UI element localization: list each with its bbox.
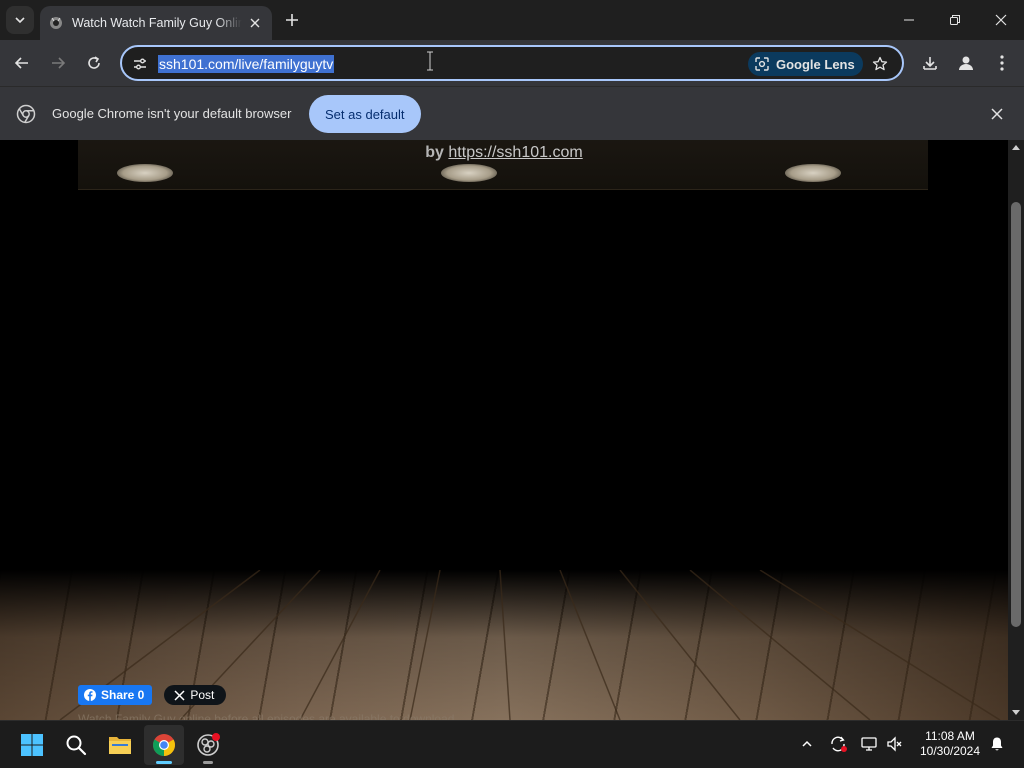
infobar-close-icon[interactable] (988, 105, 1006, 123)
active-app-indicator (156, 761, 172, 764)
facebook-share-label: Share 0 (101, 688, 145, 702)
facebook-share-button[interactable]: Share 0 (78, 685, 153, 705)
obs-taskbar-button[interactable] (188, 725, 228, 765)
chrome-taskbar-button[interactable] (144, 725, 184, 765)
menu-button[interactable] (988, 49, 1016, 77)
scroll-down-icon[interactable] (1012, 708, 1020, 716)
bookmark-star-button[interactable] (868, 52, 892, 76)
text-cursor-icon (427, 51, 433, 71)
arrow-left-icon (14, 57, 28, 69)
facebook-icon (84, 689, 96, 701)
google-lens-button[interactable]: Google Lens (748, 52, 863, 76)
spotlight-icon (117, 164, 173, 182)
folder-icon (109, 737, 131, 754)
chevron-up-icon (802, 740, 812, 747)
close-window-button[interactable] (978, 0, 1024, 40)
tab-strip: Watch Watch Family Guy Online (0, 0, 1024, 40)
site-favicon-icon (48, 15, 64, 31)
notifications-button[interactable] (986, 733, 1008, 755)
arrow-right-icon (52, 57, 66, 69)
url-text[interactable]: ssh101.com/live/familyguytv (158, 55, 335, 73)
star-icon (872, 56, 888, 71)
running-app-indicator (203, 761, 213, 764)
site-info-icon[interactable] (130, 54, 150, 74)
download-icon (923, 57, 937, 70)
network-icon (861, 737, 877, 751)
restore-icon (950, 15, 960, 25)
profile-icon (959, 56, 973, 70)
spotlight-icon (441, 164, 497, 182)
x-post-label: Post (190, 688, 215, 702)
system-clock[interactable]: 11:08 AM 10/30/2024 (916, 729, 984, 759)
x-logo-icon (174, 689, 185, 701)
search-icon (66, 735, 87, 756)
scroll-up-icon[interactable] (1012, 144, 1020, 152)
tab-title: Watch Watch Family Guy Online (72, 16, 242, 30)
start-button[interactable] (12, 725, 52, 765)
file-explorer-button[interactable] (100, 725, 140, 765)
back-button[interactable] (8, 49, 36, 77)
chrome-logo-icon (16, 104, 36, 124)
sync-tray-button[interactable] (827, 733, 849, 755)
volume-muted-icon (887, 736, 902, 752)
sync-icon (831, 736, 847, 752)
minimize-button[interactable] (886, 0, 932, 40)
windows-logo-icon (21, 734, 43, 756)
browser-toolbar: ssh101.com/live/familyguytv Google Lens (0, 40, 1024, 86)
chrome-icon (153, 734, 175, 756)
clock-date: 10/30/2024 (919, 744, 981, 758)
taskbar-search-button[interactable] (56, 725, 96, 765)
windows-taskbar: 11:08 AM 10/30/2024 (0, 720, 1024, 768)
chevron-down-icon (15, 17, 25, 24)
x-post-button[interactable]: Post (164, 685, 227, 705)
new-tab-button[interactable] (280, 8, 304, 32)
clock-time: 11:08 AM (925, 729, 975, 743)
reload-icon (88, 56, 100, 69)
share-buttons: Share 0 Post (78, 685, 227, 705)
tab-search-button[interactable] (6, 6, 34, 34)
page-viewport: by https://ssh101.com Share 0 Post Watch… (0, 140, 1008, 720)
active-tab[interactable]: Watch Watch Family Guy Online (40, 6, 272, 40)
profile-button[interactable] (952, 49, 980, 77)
byline: by https://ssh101.com (0, 144, 1008, 162)
more-vertical-icon (1000, 55, 1004, 71)
obs-icon (197, 733, 220, 756)
plus-icon (286, 14, 298, 26)
forward-button[interactable] (44, 49, 72, 77)
scrollbar-thumb[interactable] (1011, 202, 1021, 627)
address-bar[interactable]: ssh101.com/live/familyguytv Google Lens (120, 45, 904, 81)
google-lens-icon (755, 57, 769, 71)
page-scrollbar[interactable] (1008, 140, 1024, 720)
page-description-text: Watch Family Guy online before all episo… (78, 712, 455, 720)
bell-icon (991, 737, 1003, 751)
show-hidden-icons-button[interactable] (796, 733, 818, 755)
default-browser-infobar: Google Chrome isn't your default browser… (0, 86, 1024, 140)
reload-button[interactable] (80, 49, 108, 77)
byline-prefix: by (425, 144, 444, 161)
infobar-message: Google Chrome isn't your default browser (52, 106, 292, 121)
spotlight-icon (785, 164, 841, 182)
window-controls (886, 0, 1024, 40)
volume-tray-button[interactable] (884, 733, 906, 755)
downloads-button[interactable] (916, 49, 944, 77)
minimize-icon (904, 19, 914, 21)
byline-link[interactable]: https://ssh101.com (448, 144, 582, 161)
restore-button[interactable] (932, 0, 978, 40)
google-lens-label: Google Lens (776, 56, 855, 72)
tab-close-icon[interactable] (246, 14, 264, 32)
set-as-default-button[interactable]: Set as default (309, 95, 421, 133)
network-tray-button[interactable] (858, 733, 880, 755)
close-icon (995, 14, 1007, 26)
